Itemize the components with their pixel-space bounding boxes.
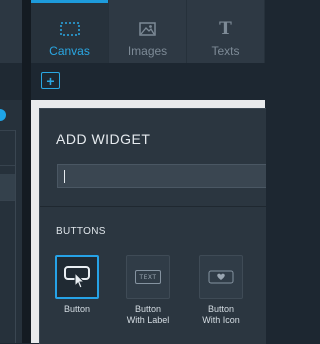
widget-button-with-label-tile[interactable]: TEXT <box>126 255 170 299</box>
sidebar-item-selected[interactable] <box>0 174 15 200</box>
add-widget-button[interactable]: + <box>41 72 60 89</box>
image-icon <box>139 20 156 38</box>
sidebar-divider <box>0 130 15 131</box>
widget-button-label: Button <box>63 304 91 314</box>
canvas-toolbar: + <box>31 63 265 100</box>
tab-images-label: Images <box>127 44 168 58</box>
left-sidebar-list <box>0 100 22 343</box>
heart-button-icon <box>208 270 234 284</box>
sidebar-divider <box>0 165 15 166</box>
widget-button-tile[interactable] <box>55 255 99 299</box>
tab-bar: Canvas Images T Texts <box>31 0 265 63</box>
widget-search-input[interactable] <box>57 164 266 188</box>
tab-canvas-label: Canvas <box>49 44 90 58</box>
widget-button-with-icon-label: Button With Icon <box>202 304 240 325</box>
sidebar-divider <box>0 200 15 201</box>
panel-title: ADD WIDGET <box>56 131 151 147</box>
text-button-icon: TEXT <box>135 270 161 284</box>
tab-images[interactable]: Images <box>109 0 187 63</box>
widget-button-with-icon[interactable]: Button With Icon <box>191 255 251 326</box>
widget-button-with-icon-tile[interactable] <box>199 255 243 299</box>
widget-button-with-label-label: Button With Label <box>126 304 170 325</box>
text-icon: T <box>219 19 232 39</box>
left-sidebar-header <box>0 0 22 63</box>
canvas-icon <box>59 20 80 38</box>
widget-button[interactable]: Button <box>47 255 107 315</box>
tab-canvas[interactable]: Canvas <box>31 0 109 63</box>
panel-resize-handle[interactable] <box>22 0 31 343</box>
left-sidebar <box>0 0 22 343</box>
tab-texts-label: Texts <box>211 44 240 58</box>
sidebar-column-divider <box>15 130 16 343</box>
section-title-buttons: BUTTONS <box>56 226 106 237</box>
text-caret <box>64 170 65 183</box>
panel-divider <box>40 206 266 207</box>
widget-button-with-label[interactable]: TEXT Button With Label <box>118 255 178 326</box>
button-cursor-icon <box>64 266 90 289</box>
add-widget-panel: ADD WIDGET BUTTONS Button TEXT Button Wi… <box>39 108 266 344</box>
tab-texts[interactable]: T Texts <box>187 0 265 63</box>
